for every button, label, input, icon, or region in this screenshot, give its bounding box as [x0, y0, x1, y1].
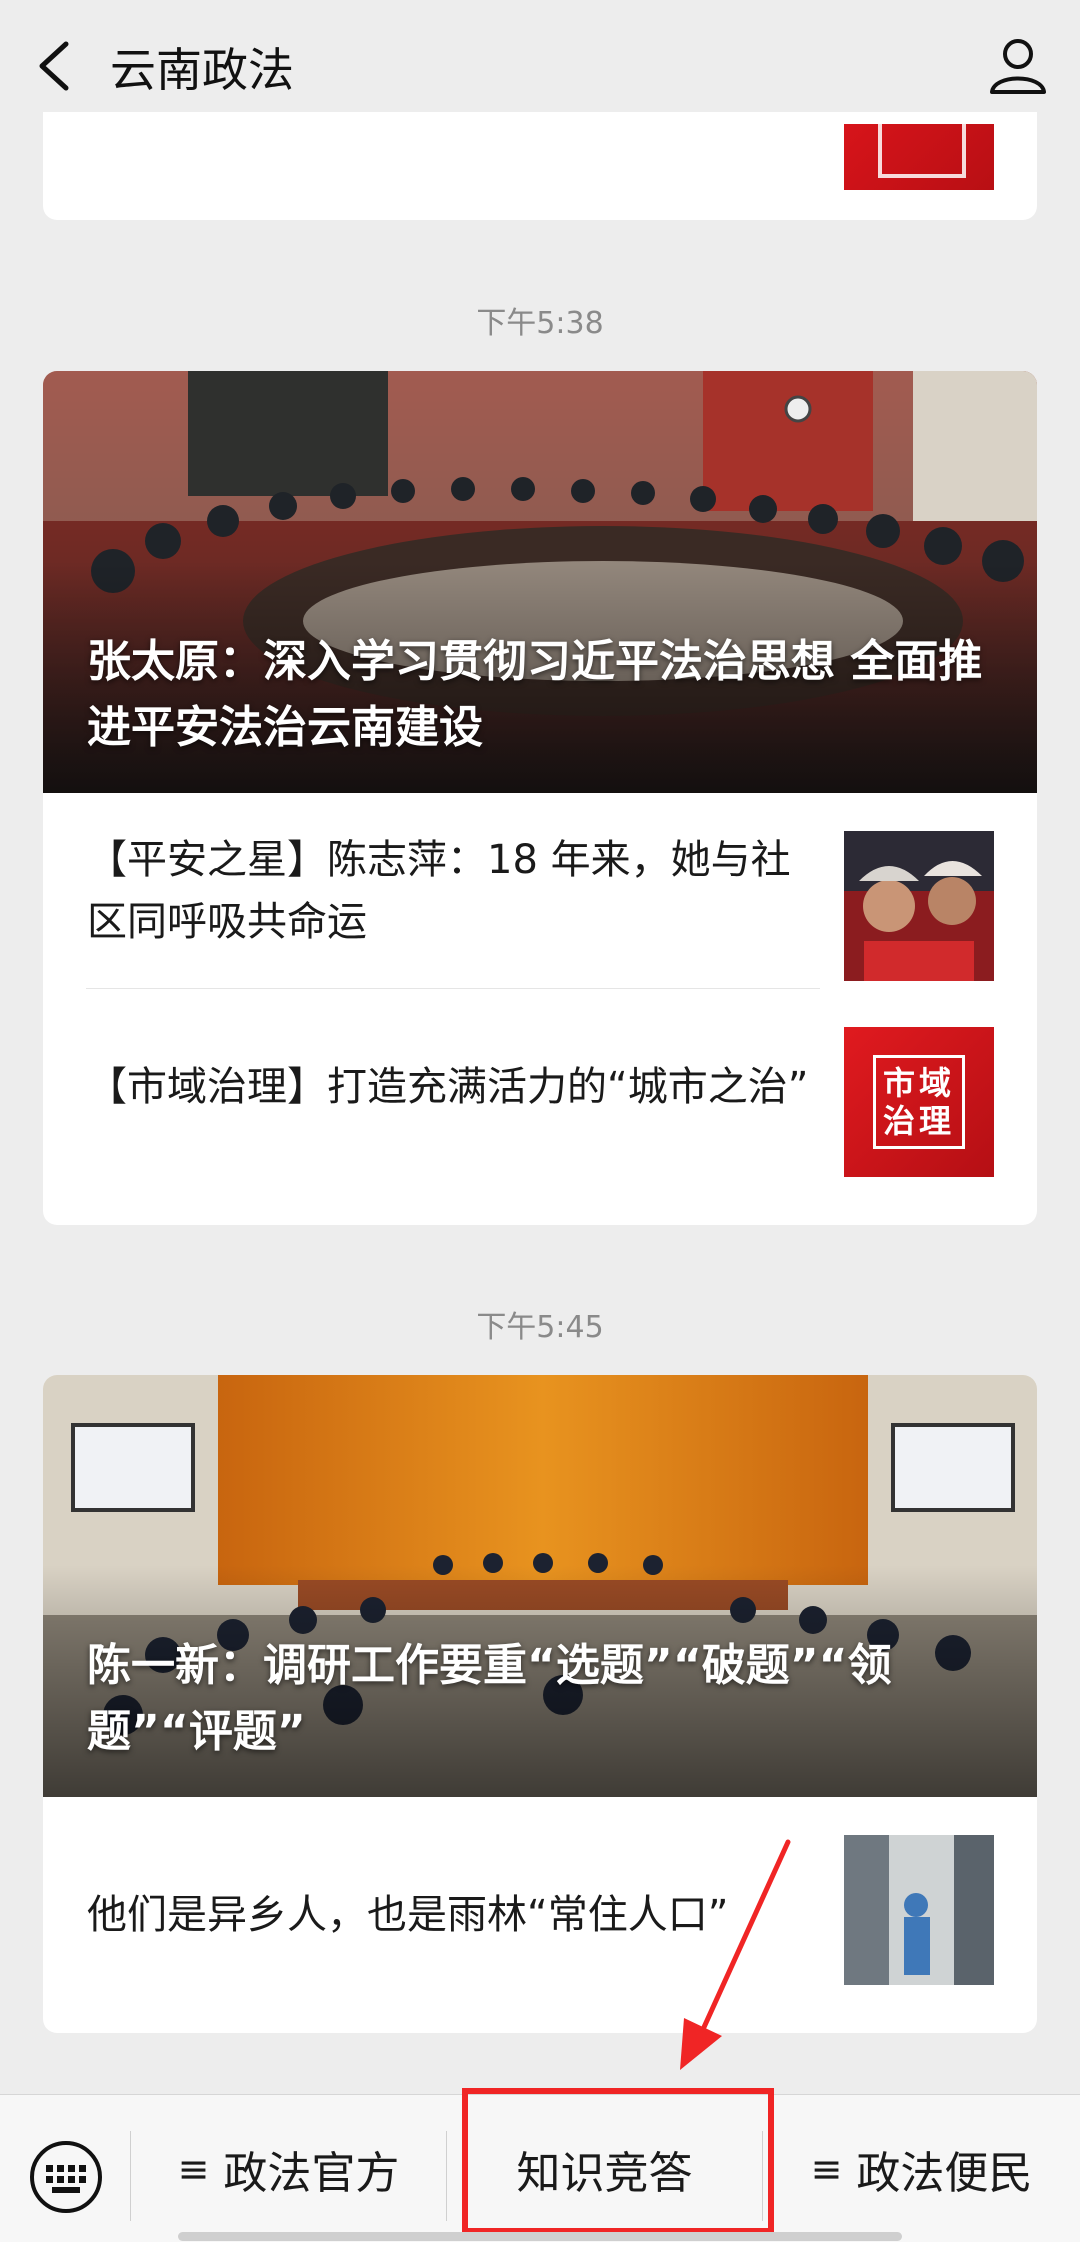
keyboard-toggle-icon[interactable]	[28, 2139, 104, 2215]
annotation-arrow-icon	[680, 1839, 791, 2070]
hero-title: 张太原：深入学习贯彻习近平法治思想 全面推进平安法治云南建设	[87, 636, 983, 753]
article-title: 【市域治理】打造充满活力的“城市之治”	[87, 1064, 809, 1110]
submenu-list-icon: ≡	[177, 2146, 210, 2191]
thumbnail-logo-text: 市域治理	[873, 1055, 965, 1149]
submenu-list-icon: ≡	[810, 2146, 843, 2191]
home-indicator	[178, 2232, 902, 2241]
chat-header: 云南政法	[0, 0, 1080, 130]
article-list-item[interactable]: 【平安之星】陈志萍：18 年来，她与社区同呼吸共命运	[43, 793, 1037, 989]
back-arrow-icon[interactable]	[30, 36, 80, 96]
message-timestamp: 下午5:45	[476, 1310, 604, 1345]
article-card: 张太原：深入学习贯彻习近平法治思想 全面推进平安法治云南建设 【平安之星】陈志萍…	[43, 371, 1037, 1225]
hero-article[interactable]: 张太原：深入学习贯彻习近平法治思想 全面推进平安法治云南建设	[43, 371, 1037, 793]
annotation-highlight-box	[462, 2088, 774, 2234]
page-title: 云南政法	[110, 43, 294, 97]
menu-button-zhengfa-guanfang[interactable]: ≡ 政法官方	[131, 2095, 446, 2242]
message-timestamp: 下午5:38	[476, 306, 604, 341]
menu-button-zhengfa-bianmin[interactable]: ≡ 政法便民	[763, 2095, 1080, 2242]
menu-label: 政法官方	[223, 2147, 400, 2199]
article-card: 陈一新：调研工作要重“选题”“破题”“领题”“评题” 他们是异乡人，也是雨林“常…	[43, 1375, 1037, 2033]
article-list-item[interactable]: 他们是异乡人，也是雨林“常住人口”	[43, 1797, 1037, 2033]
article-thumbnail	[844, 124, 994, 190]
article-title: 【平安之星】陈志萍：18 年来，她与社区同呼吸共命运	[87, 837, 791, 945]
menu-label: 政法便民	[856, 2147, 1033, 2199]
article-thumbnail	[844, 1835, 994, 1985]
previous-article-card[interactable]	[43, 112, 1037, 220]
profile-icon[interactable]	[986, 34, 1050, 98]
hero-article[interactable]: 陈一新：调研工作要重“选题”“破题”“领题”“评题”	[43, 1375, 1037, 1797]
hero-title: 陈一新：调研工作要重“选题”“破题”“领题”“评题”	[87, 1640, 892, 1757]
article-list-item[interactable]: 【市域治理】打造充满活力的“城市之治” 市域治理	[43, 989, 1037, 1185]
article-thumbnail	[844, 831, 994, 981]
article-thumbnail: 市域治理	[844, 1027, 994, 1177]
